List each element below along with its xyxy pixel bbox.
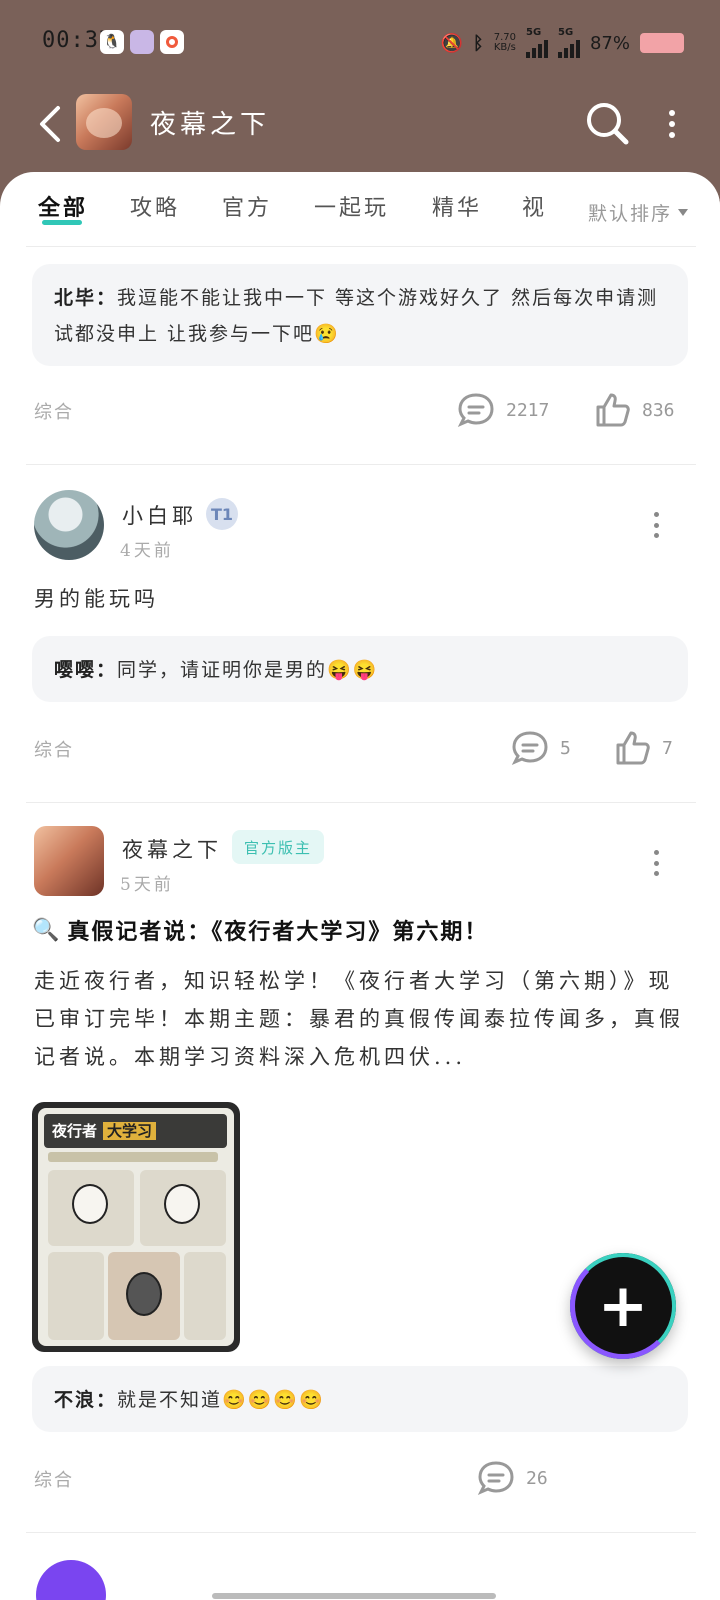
tab-official[interactable]: 官方 [222,190,272,222]
tab-play-together[interactable]: 一起玩 [314,190,389,222]
comment-author: 嘤嘤： [54,659,118,681]
top-comment[interactable]: 嘤嘤：同学，请证明你是男的😝😝 [32,636,688,702]
avatar[interactable] [36,1560,106,1600]
poster-panel [108,1252,180,1340]
status-indicators: 🔕 ᛒ 7.70 KB/s 5G 5G 87% [440,28,684,58]
mute-icon: 🔕 [440,32,463,54]
comment-count[interactable]: 2217 [456,390,549,430]
level-badge: T1 [206,498,238,530]
avatar[interactable] [34,490,104,560]
tab-video[interactable]: 视 [522,190,547,222]
comment-author: 不浪： [54,1389,118,1411]
comment-icon [477,1461,514,1495]
divider [26,802,696,803]
post-author[interactable]: 夜幕之下 [122,834,222,864]
signal-bars-icon [525,38,548,58]
qq-icon: 🐧 [100,30,124,54]
category-tabs: 全部 攻略 官方 一起玩 精华 视 默认排序 [0,172,720,248]
comment-text: 同学，请证明你是男的😝😝 [117,659,379,681]
signal-2: 5G [557,28,580,58]
app-avatar-icon [130,30,154,54]
tab-guides[interactable]: 攻略 [130,190,180,222]
chevron-left-icon [40,106,60,142]
thumbs-up-icon [616,731,650,765]
like-count[interactable]: 836 [592,390,675,430]
comment-icon [511,731,548,765]
poster-panel [184,1252,226,1340]
back-button[interactable] [36,102,72,146]
record-icon [160,30,184,54]
bluetooth-icon: ᛒ [472,32,484,54]
battery-percent: 87% [589,32,630,54]
tab-active-underline [42,220,82,225]
comment-icon [457,393,494,427]
comment-text: 我逗能不能让我中一下 等这个游戏好久了 然后每次申请测试都没申上 让我参与一下吧… [54,287,659,345]
comment-count[interactable]: 26 [476,1458,548,1498]
top-comment[interactable]: 不浪：就是不知道😊😊😊😊 [32,1366,688,1432]
post-title[interactable]: 🔍 真假记者说：《夜行者大学习》第六期！ [32,914,682,946]
signal-1: 5G [525,28,548,58]
thumbs-up-icon [596,393,630,427]
tab-all[interactable]: 全部 [38,190,88,222]
poster-panel [140,1170,226,1246]
search-icon [587,103,629,145]
page-title: 夜幕之下 [150,110,271,140]
post-more-button[interactable] [650,850,662,876]
create-post-button[interactable]: + [570,1253,676,1359]
battery-icon [640,33,684,53]
magnifier-icon: 🔍 [32,917,62,943]
search-button[interactable] [584,100,630,146]
divider [26,464,696,465]
post-author[interactable]: 小白耶 [122,500,197,530]
sort-dropdown[interactable]: 默认排序 [570,192,720,232]
tab-featured[interactable]: 精华 [432,190,482,222]
post-image[interactable]: 夜行者 大学习 [32,1102,240,1352]
post-category-tag[interactable]: 综合 [34,1466,74,1492]
poster-title: 夜行者 大学习 [44,1114,227,1148]
like-count[interactable]: 7 [612,728,673,768]
post-category-tag[interactable]: 综合 [34,398,74,424]
poster-panel [48,1252,104,1340]
post-time: 4天前 [120,541,174,561]
post-body[interactable]: 走近夜行者，知识轻松学！《夜行者大学习（第六期）》现已审订完毕！本期主题：暴君的… [34,962,684,1080]
top-comment[interactable]: 北毕：我逗能不能让我中一下 等这个游戏好久了 然后每次申请测试都没申上 让我参与… [32,264,688,366]
poster-panel [48,1170,134,1246]
post-more-button[interactable] [650,512,662,538]
more-options-button[interactable] [660,104,684,144]
page-header: 夜幕之下 [0,88,720,174]
status-bar: 00:37 🐧 🔕 ᛒ 7.70 KB/s 5G 5G 87% [0,0,720,88]
comment-count[interactable]: 5 [510,728,571,768]
post-category-tag[interactable]: 综合 [34,736,74,762]
divider [26,246,696,247]
plus-icon: + [597,1271,649,1341]
content-sheet: 全部 攻略 官方 一起玩 精华 视 默认排序 北毕：我逗能不能让我中一下 等这个… [0,172,720,1600]
net-speed: 7.70 KB/s [493,32,516,53]
poster-thumbnail: 夜行者 大学习 [38,1108,234,1346]
post-body[interactable]: 男的能玩吗 [34,580,684,618]
game-avatar[interactable] [76,94,132,150]
comment-text: 就是不知道😊😊😊😊 [117,1389,325,1411]
divider [26,1532,696,1533]
signal-bars-icon [557,38,580,58]
home-indicator[interactable] [212,1593,496,1599]
comment-author: 北毕： [54,287,118,309]
chevron-down-icon [678,208,689,216]
poster-subtitle-bar [48,1152,218,1162]
sort-label: 默认排序 [588,202,673,225]
official-moderator-badge: 官方版主 [232,830,325,864]
post-time: 5天前 [120,875,174,895]
avatar[interactable] [34,826,104,896]
